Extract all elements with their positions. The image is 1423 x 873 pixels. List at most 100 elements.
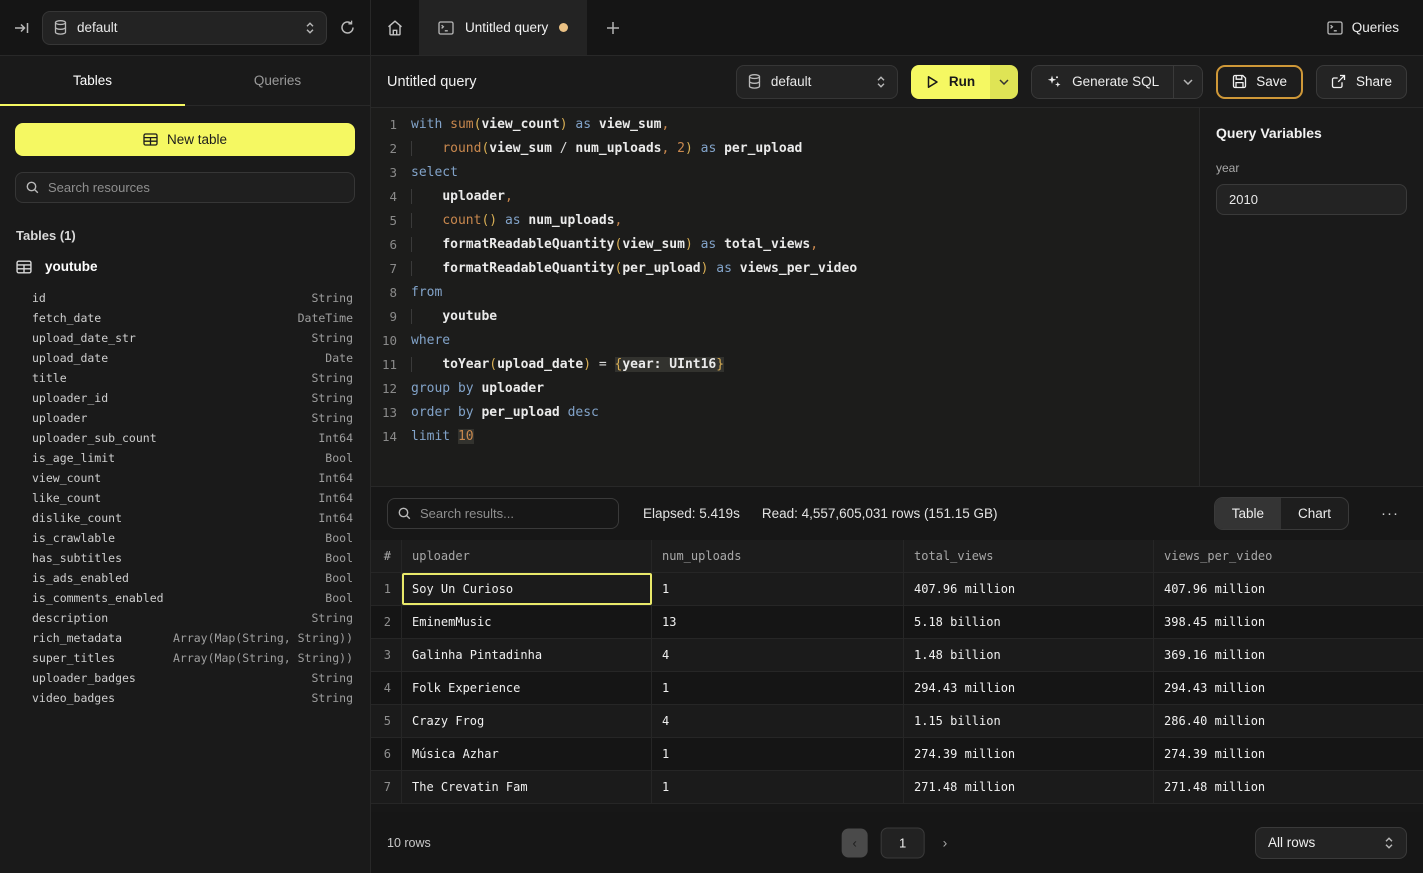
code-line: 13order by per_upload desc [371, 401, 1199, 425]
column-type: String [311, 371, 353, 385]
generate-sql-button[interactable]: Generate SQL [1031, 65, 1173, 99]
chevron-updown-icon [876, 75, 886, 89]
app-root: default Tables Queries New table Searc [0, 0, 1423, 873]
code-line: 10where [371, 329, 1199, 353]
table-cell[interactable]: 271.48 million [1154, 771, 1423, 803]
code-line: 8from [371, 281, 1199, 305]
sidebar-tab-queries[interactable]: Queries [185, 56, 370, 105]
table-cell[interactable]: 3 [371, 639, 402, 671]
table-cell[interactable]: 5.18 billion [904, 606, 1154, 638]
table-row: 7The Crevatin Fam1271.48 million271.48 m… [371, 771, 1423, 804]
new-table-button[interactable]: New table [15, 123, 355, 156]
share-button[interactable]: Share [1316, 65, 1407, 99]
column-row: descriptionString [0, 608, 370, 628]
column-type: Bool [325, 531, 353, 545]
view-tab-table-label: Table [1232, 506, 1264, 521]
table-cell[interactable]: 294.43 million [904, 672, 1154, 704]
pagination: ‹ 1 › [842, 827, 953, 858]
table-header-cell[interactable]: num_uploads [652, 540, 904, 572]
sql-editor[interactable]: 1with sum(view_count) as view_sum,2 roun… [371, 108, 1200, 486]
queries-button[interactable]: Queries [1303, 0, 1423, 55]
code-line: 3select [371, 161, 1199, 185]
chevron-right-icon: › [943, 835, 948, 851]
table-cell[interactable]: 1 [652, 672, 904, 704]
results-more-button[interactable]: ··· [1373, 505, 1407, 522]
table-cell[interactable]: Galinha Pintadinha [402, 639, 652, 671]
table-cell[interactable]: Folk Experience [402, 672, 652, 704]
view-tab-chart[interactable]: Chart [1281, 498, 1348, 529]
table-header-cell[interactable]: uploader [402, 540, 652, 572]
column-name: is_comments_enabled [32, 591, 164, 605]
sidebar-tab-tables-label: Tables [73, 73, 112, 88]
code-content: uploader, [397, 185, 513, 209]
current-page-button[interactable]: 1 [881, 827, 925, 858]
code-line: 7 formatReadableQuantity(per_upload) as … [371, 257, 1199, 281]
next-page-button[interactable]: › [938, 835, 953, 851]
table-cell[interactable]: Música Azhar [402, 738, 652, 770]
table-cell[interactable]: 1 [371, 573, 402, 605]
collapse-sidebar-icon[interactable] [14, 20, 30, 36]
table-cell[interactable]: The Crevatin Fam [402, 771, 652, 803]
table-header-cell[interactable]: views_per_video [1154, 540, 1423, 572]
sidebar-table-item-youtube[interactable]: youtube [4, 254, 366, 279]
query-tab-title: Untitled query [465, 20, 548, 35]
run-button[interactable]: Run [911, 65, 990, 99]
column-type: Bool [325, 591, 353, 605]
table-cell[interactable]: 1.15 billion [904, 705, 1154, 737]
terminal-icon [438, 21, 454, 35]
home-button[interactable] [371, 0, 419, 55]
table-cell[interactable]: 7 [371, 771, 402, 803]
table-cell[interactable]: EminemMusic [402, 606, 652, 638]
save-button[interactable]: Save [1216, 65, 1303, 99]
table-cell[interactable]: 2 [371, 606, 402, 638]
table-cell[interactable]: 1.48 billion [904, 639, 1154, 671]
table-cell[interactable]: 369.16 million [1154, 639, 1423, 671]
table-cell[interactable]: 407.96 million [1154, 573, 1423, 605]
sidebar-search-input[interactable]: Search resources [15, 172, 355, 203]
table-cell[interactable]: 4 [371, 672, 402, 704]
query-tab-active[interactable]: Untitled query [419, 0, 587, 55]
column-name: super_titles [32, 651, 115, 665]
table-cell[interactable]: 4 [652, 639, 904, 671]
table-cell[interactable]: 5 [371, 705, 402, 737]
table-cell[interactable]: 398.45 million [1154, 606, 1423, 638]
prev-page-button[interactable]: ‹ [842, 828, 868, 857]
column-name: is_age_limit [32, 451, 115, 465]
run-options-caret[interactable] [990, 65, 1018, 99]
run-split-button: Run [911, 65, 1018, 99]
table-cell[interactable]: 274.39 million [1154, 738, 1423, 770]
table-header-cell[interactable]: # [371, 540, 402, 572]
table-cell-selected[interactable]: Soy Un Curioso [402, 573, 652, 605]
column-row: super_titlesArray(Map(String, String)) [0, 648, 370, 668]
generate-sql-caret[interactable] [1173, 65, 1203, 99]
table-cell[interactable]: 1 [652, 573, 904, 605]
table-cell[interactable]: 1 [652, 771, 904, 803]
results-search-input[interactable]: Search results... [387, 498, 619, 529]
table-cell[interactable]: 1 [652, 738, 904, 770]
table-cell[interactable]: 286.40 million [1154, 705, 1423, 737]
new-tab-button[interactable] [587, 0, 639, 55]
line-number: 3 [371, 161, 397, 185]
code-content: group by uploader [397, 377, 544, 401]
table-cell[interactable]: 4 [652, 705, 904, 737]
table-cell[interactable]: 6 [371, 738, 402, 770]
sidebar-database-selector[interactable]: default [42, 11, 327, 45]
refresh-icon[interactable] [339, 19, 356, 36]
view-tab-table[interactable]: Table [1215, 498, 1281, 529]
column-name: upload_date [32, 351, 108, 365]
line-number: 4 [371, 185, 397, 209]
column-name: fetch_date [32, 311, 101, 325]
table-cell[interactable]: 294.43 million [1154, 672, 1423, 704]
table-cell[interactable]: 407.96 million [904, 573, 1154, 605]
table-cell[interactable]: 274.39 million [904, 738, 1154, 770]
toolbar-database-selector[interactable]: default [736, 65, 898, 99]
line-number: 5 [371, 209, 397, 233]
table-cell[interactable]: 271.48 million [904, 771, 1154, 803]
variable-value-input[interactable]: 2010 [1216, 184, 1407, 215]
table-header-cell[interactable]: total_views [904, 540, 1154, 572]
page-size-selector[interactable]: All rows [1255, 827, 1407, 859]
table-cell[interactable]: 13 [652, 606, 904, 638]
sidebar-tab-tables[interactable]: Tables [0, 56, 185, 105]
table-cell[interactable]: Crazy Frog [402, 705, 652, 737]
column-type: Int64 [318, 491, 353, 505]
